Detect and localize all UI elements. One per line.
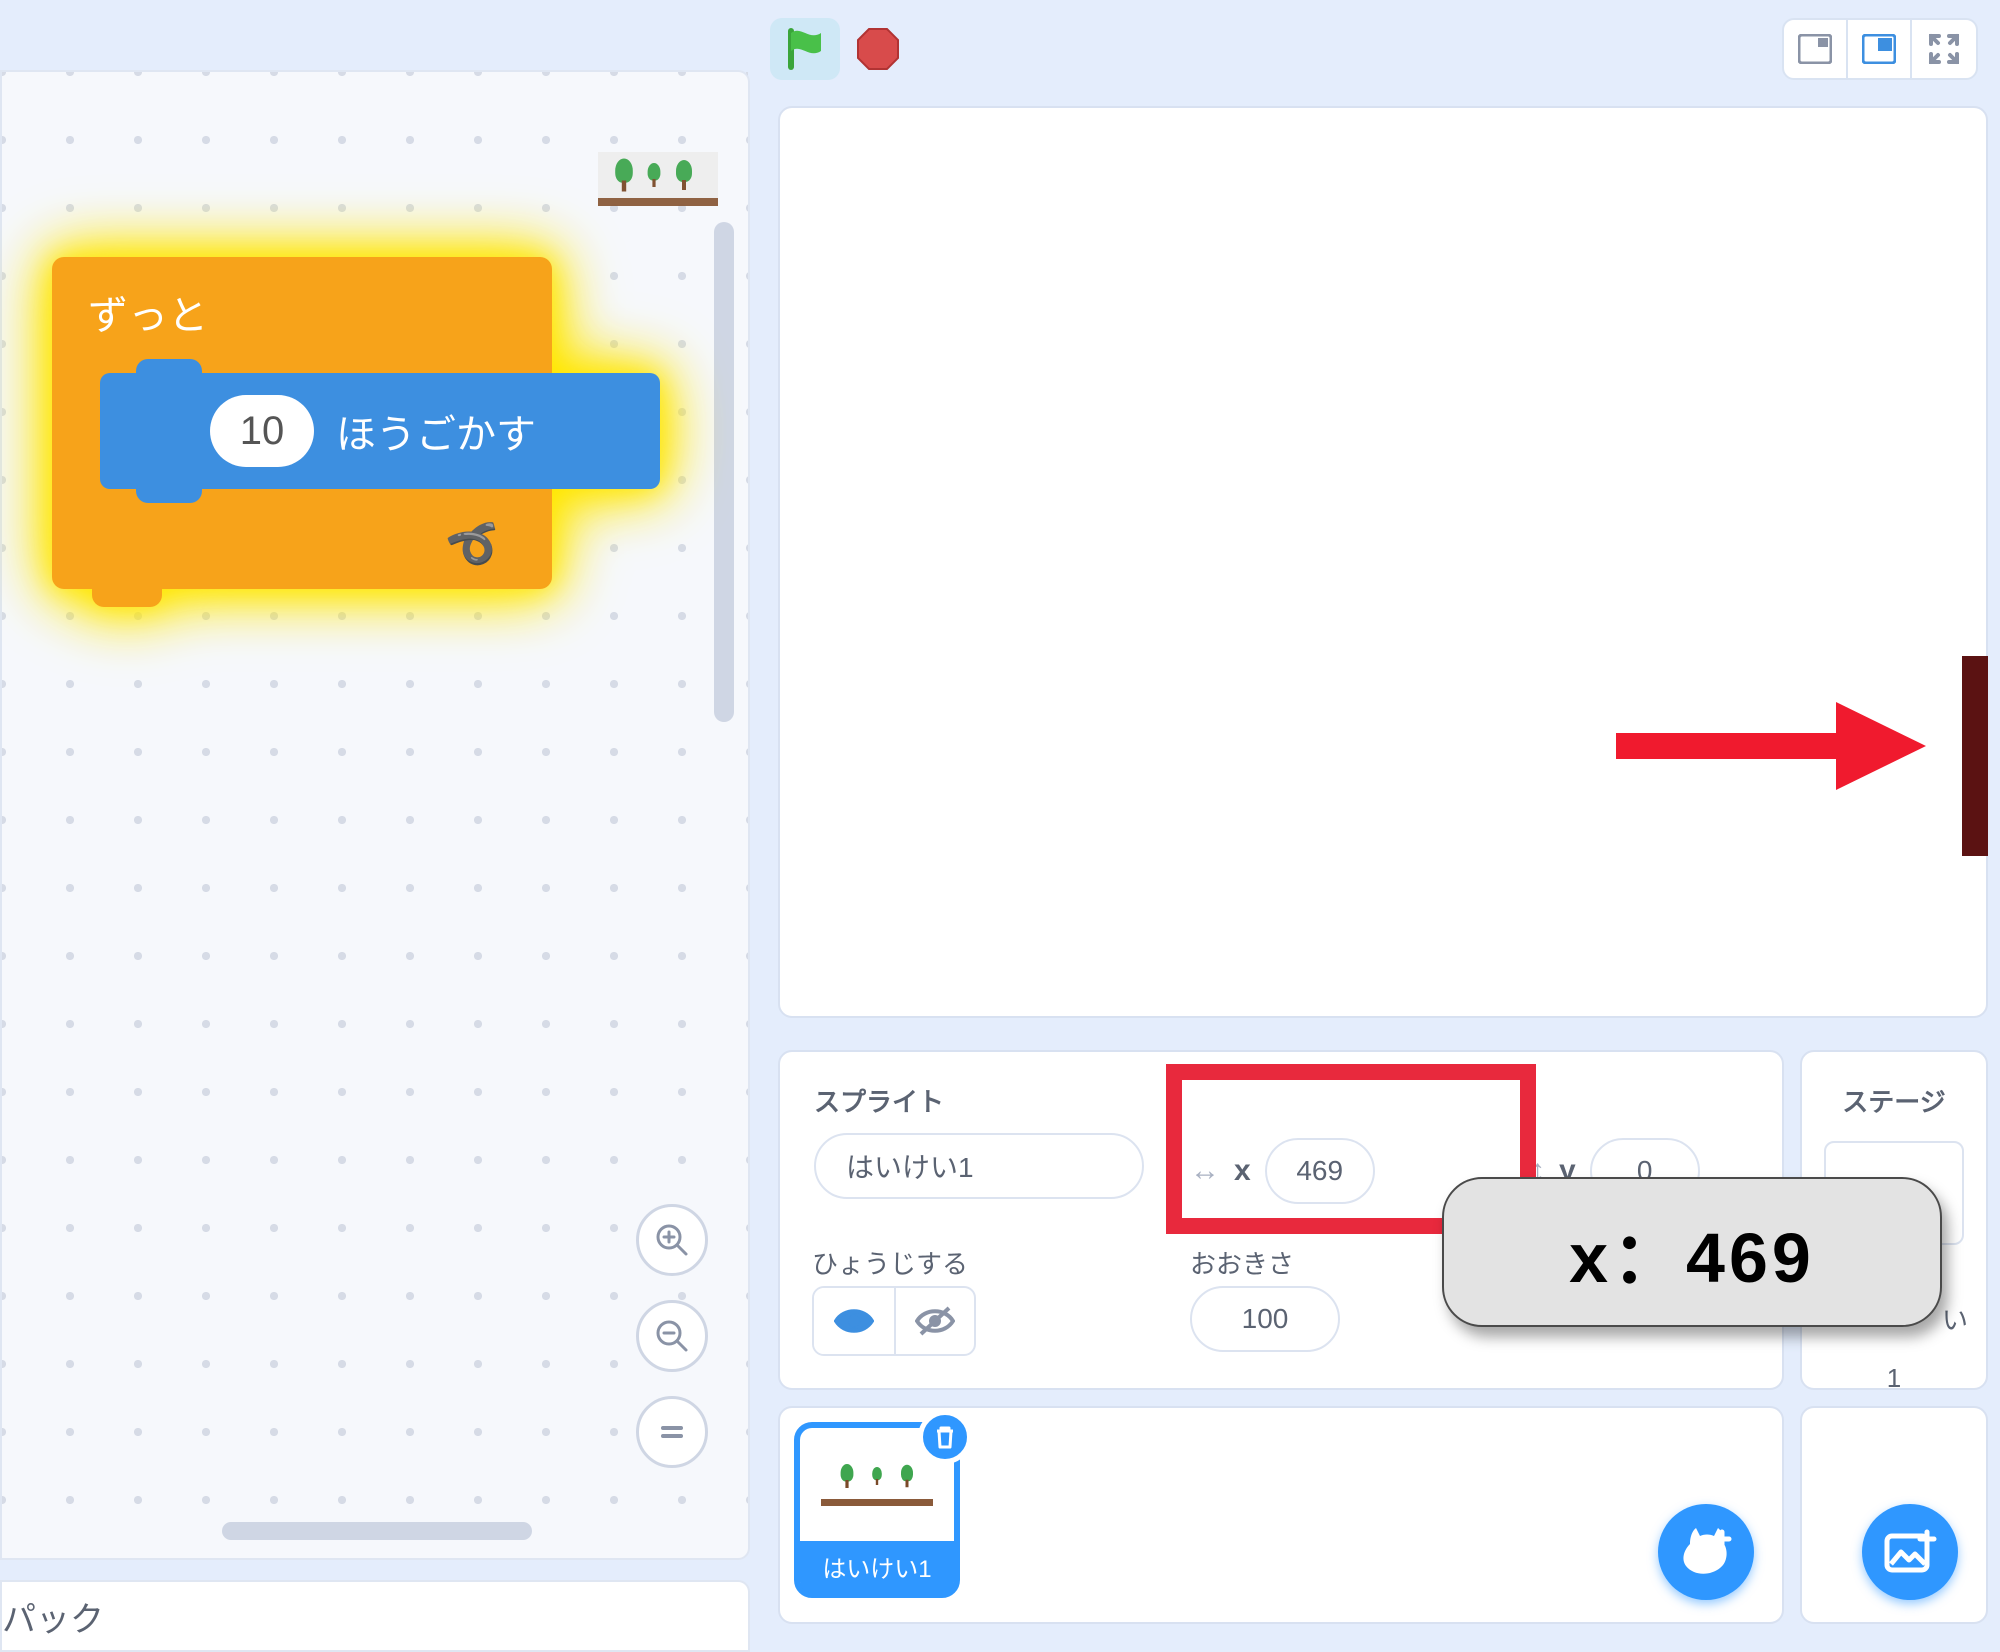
large-stage-button[interactable] <box>1848 20 1912 78</box>
eye-closed-icon <box>915 1306 955 1336</box>
running-script-glow: ずっと 10 ほうごかす ➰ <box>52 257 552 589</box>
x-position-group: ↔ x 469 <box>1190 1138 1375 1204</box>
size-section-label: おおきさ <box>1190 1244 1294 1281</box>
sprite-section-label: スプライト <box>814 1082 1748 1119</box>
eye-open-icon <box>834 1306 874 1336</box>
add-sprite-button[interactable] <box>1658 1504 1754 1600</box>
zoom-reset-button[interactable] <box>636 1396 708 1468</box>
move-steps-block[interactable]: 10 ほうごかす <box>100 373 660 489</box>
equals-icon <box>657 1417 687 1447</box>
stop-icon <box>856 27 900 71</box>
sprite-tile-label: はいけい1 <box>800 1541 954 1592</box>
size-input[interactable]: 100 <box>1190 1286 1340 1352</box>
annotation-callout: x：469 <box>1442 1177 1942 1327</box>
current-sprite-watermark <box>598 152 718 206</box>
stage-list-panel <box>1800 1406 1988 1624</box>
small-stage-icon <box>1798 34 1832 64</box>
hide-sprite-button[interactable] <box>894 1288 974 1354</box>
stage-canvas[interactable] <box>778 106 1988 1018</box>
move-steps-input[interactable]: 10 <box>210 395 314 467</box>
small-stage-button[interactable] <box>1784 20 1848 78</box>
x-input[interactable]: 469 <box>1265 1138 1375 1204</box>
sprite-list-panel: はいけい1 <box>778 1406 1784 1624</box>
large-stage-icon <box>1862 34 1896 64</box>
fullscreen-icon <box>1928 33 1960 65</box>
backpack-label: パック <box>2 1592 104 1641</box>
delete-sprite-button[interactable] <box>918 1410 972 1464</box>
stage-size-toggle-group <box>1782 18 1978 80</box>
code-workspace[interactable]: ずっと 10 ほうごかす ➰ <box>0 70 750 1560</box>
backpack-header[interactable]: パック <box>0 1580 750 1652</box>
sprite-name-input[interactable]: はいけい1 <box>814 1133 1144 1199</box>
zoom-controls <box>636 1204 708 1468</box>
zoom-in-button[interactable] <box>636 1204 708 1276</box>
stage-header <box>770 12 1990 86</box>
move-steps-label: ほうごかす <box>336 402 536 460</box>
image-plus-icon <box>1883 1528 1937 1576</box>
loop-arrow-icon: ➰ <box>442 512 511 580</box>
trash-icon <box>931 1423 959 1451</box>
green-flag-button[interactable] <box>770 18 840 80</box>
sprite-on-stage[interactable] <box>1962 656 1988 856</box>
show-section-label: ひょうじする <box>812 1244 968 1281</box>
stage-section-label: ステージ <box>1842 1082 1945 1119</box>
zoom-out-button[interactable] <box>636 1300 708 1372</box>
annotation-arrow-icon <box>1616 696 1926 796</box>
x-label: x <box>1234 1154 1251 1188</box>
vertical-scrollbar[interactable] <box>714 222 734 722</box>
x-arrows-icon: ↔ <box>1190 1154 1220 1188</box>
fullscreen-button[interactable] <box>1912 20 1976 78</box>
stop-button[interactable] <box>850 21 906 77</box>
forever-block[interactable]: ずっと 10 ほうごかす ➰ <box>52 257 552 589</box>
add-backdrop-button[interactable] <box>1862 1504 1958 1600</box>
sprite-tile-selected[interactable]: はいけい1 <box>794 1422 960 1598</box>
visibility-toggle <box>812 1286 976 1356</box>
cat-plus-icon <box>1678 1524 1734 1580</box>
zoom-out-icon <box>654 1318 690 1354</box>
zoom-in-icon <box>654 1222 690 1258</box>
forever-label: ずっと <box>88 294 208 338</box>
show-sprite-button[interactable] <box>814 1288 894 1354</box>
backdrop-count: 1 <box>1800 1363 1988 1394</box>
horizontal-scrollbar[interactable] <box>222 1522 532 1540</box>
green-flag-icon <box>785 27 825 71</box>
